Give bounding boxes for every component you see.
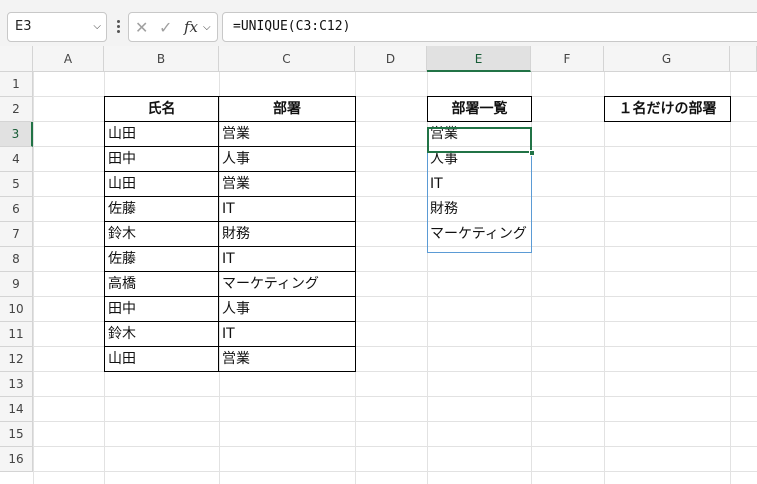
row-header-1[interactable]: 1 — [0, 72, 33, 97]
dept-list-header[interactable]: 部署一覧 — [427, 96, 532, 122]
table-cell-name[interactable]: 鈴木 — [104, 321, 219, 347]
table-cell-name[interactable]: 鈴木 — [104, 221, 219, 247]
active-cell-border — [427, 127, 532, 153]
grid-line — [33, 72, 34, 484]
table-cell-dept[interactable]: IT — [218, 246, 356, 272]
row-header-14[interactable]: 14 — [0, 397, 33, 422]
select-all-corner[interactable] — [0, 46, 33, 72]
row-header-8[interactable]: 8 — [0, 247, 33, 272]
table-cell-name[interactable]: 高橋 — [104, 271, 219, 297]
row-header-11[interactable]: 11 — [0, 322, 33, 347]
enter-check-icon[interactable]: ✓ — [159, 18, 172, 37]
fill-handle[interactable] — [529, 150, 535, 156]
grid-line — [33, 471, 757, 472]
table-cell-name[interactable]: 山田 — [104, 346, 219, 372]
column-header-b[interactable]: B — [104, 46, 219, 72]
row-header-5[interactable]: 5 — [0, 172, 33, 197]
table-cell-dept[interactable]: 人事 — [218, 146, 356, 172]
table-cell-name[interactable]: 佐藤 — [104, 246, 219, 272]
grid-line — [33, 421, 757, 422]
row-header-12[interactable]: 12 — [0, 347, 33, 372]
row-header-16[interactable]: 16 — [0, 447, 33, 472]
table-cell-dept[interactable]: 財務 — [218, 221, 356, 247]
row-header-2[interactable]: 2 — [0, 97, 33, 122]
table-cell-dept[interactable]: マーケティング — [218, 271, 356, 297]
row-header-7[interactable]: 7 — [0, 222, 33, 247]
row-header-6[interactable]: 6 — [0, 197, 33, 222]
row-header-10[interactable]: 10 — [0, 297, 33, 322]
table-cell-dept[interactable]: 営業 — [218, 346, 356, 372]
formula-input[interactable]: =UNIQUE(C3:C12) — [222, 12, 757, 42]
grid-line — [730, 72, 731, 484]
column-header-a[interactable]: A — [33, 46, 104, 72]
table-cell-dept[interactable]: IT — [218, 321, 356, 347]
row-header-13[interactable]: 13 — [0, 372, 33, 397]
table-cell-dept[interactable]: 営業 — [218, 121, 356, 147]
chevron-down-icon[interactable]: ⌵ — [93, 13, 101, 41]
chevron-down-icon[interactable]: ⌵ — [203, 22, 211, 33]
insert-function-icon[interactable]: fx — [184, 18, 198, 36]
row-header-3[interactable]: 3 — [0, 122, 33, 147]
table-cell-dept[interactable]: 人事 — [218, 296, 356, 322]
single-dept-header[interactable]: １名だけの部署 — [604, 96, 731, 122]
table-header-dept[interactable]: 部署 — [218, 96, 356, 122]
column-header-g[interactable]: G — [604, 46, 730, 72]
table-header-name[interactable]: 氏名 — [104, 96, 219, 122]
grid-line — [33, 446, 757, 447]
more-options-icon[interactable] — [116, 19, 121, 37]
table-cell-name[interactable]: 山田 — [104, 121, 219, 147]
column-header-c[interactable]: C — [219, 46, 355, 72]
table-cell-dept[interactable]: 営業 — [218, 171, 356, 197]
column-header-e[interactable]: E — [427, 46, 531, 72]
column-header-f[interactable]: F — [531, 46, 604, 72]
table-cell-name[interactable]: 田中 — [104, 146, 219, 172]
column-header-d[interactable]: D — [355, 46, 427, 72]
table-cell-name[interactable]: 佐藤 — [104, 196, 219, 222]
row-header-4[interactable]: 4 — [0, 147, 33, 172]
cancel-icon[interactable]: ✕ — [135, 18, 148, 37]
row-header-15[interactable]: 15 — [0, 422, 33, 447]
name-box-value: E3 — [15, 19, 32, 34]
name-box[interactable]: E3 ⌵ — [7, 12, 107, 42]
formula-bar: E3 ⌵ ✕ ✓ fx ⌵ =UNIQUE(C3:C12) — [0, 0, 757, 46]
formula-buttons: ✕ ✓ fx ⌵ — [128, 12, 218, 42]
table-cell-name[interactable]: 田中 — [104, 296, 219, 322]
table-cell-dept[interactable]: IT — [218, 196, 356, 222]
table-cell-name[interactable]: 山田 — [104, 171, 219, 197]
column-header-h[interactable] — [730, 46, 757, 72]
row-header-9[interactable]: 9 — [0, 272, 33, 297]
grid-line — [604, 72, 605, 484]
grid-line — [33, 396, 757, 397]
